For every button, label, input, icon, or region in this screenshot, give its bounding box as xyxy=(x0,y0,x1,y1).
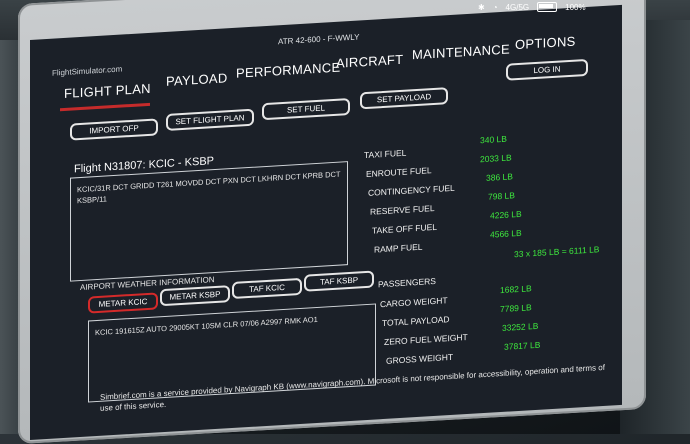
battery-icon xyxy=(537,2,558,12)
tab-flight-plan[interactable]: FLIGHT PLAN xyxy=(64,81,151,101)
set-payload-button[interactable]: SET PAYLOAD xyxy=(360,87,448,110)
fuel-label-contingency: CONTINGENCY FUEL xyxy=(368,182,455,198)
fuel-value-takeoff: 4226 LB xyxy=(490,208,522,221)
weight-value-cargo: 1682 LB xyxy=(500,283,532,296)
taf-ksbp-button[interactable]: TAF KSBP xyxy=(304,270,374,292)
status-bar: ✱ ◔ 4G/5G 100% xyxy=(478,2,586,12)
tab-performance[interactable]: PERFORMANCE xyxy=(236,60,340,81)
weight-label-total-payload: TOTAL PAYLOAD xyxy=(382,314,450,329)
tab-payload[interactable]: PAYLOAD xyxy=(166,70,228,89)
import-ofp-button[interactable]: IMPORT OFP xyxy=(70,118,158,141)
route-text: KCIC/31R DCT GRIDD T261 MOVDD DCT PXN DC… xyxy=(77,169,341,206)
network-label: 4G/5G xyxy=(505,2,530,12)
tablet-screen: ATR 42-600 - F-WWLY FlightSimulator.com … xyxy=(30,4,622,441)
fuel-value-enroute: 2033 LB xyxy=(480,152,512,165)
weather-text: KCIC 191615Z AUTO 29005KT 10SM CLR 07/06… xyxy=(95,314,318,338)
route-textbox[interactable]: KCIC/31R DCT GRIDD T261 MOVDD DCT PXN DC… xyxy=(70,161,348,282)
battery-percent: 100% xyxy=(565,2,586,12)
login-button[interactable]: LOG IN xyxy=(506,58,588,81)
fuel-value-taxi: 340 LB xyxy=(480,133,507,146)
metar-kcic-button[interactable]: METAR KCIC xyxy=(88,292,158,314)
tab-maintenance[interactable]: MAINTENANCE xyxy=(412,41,510,62)
weight-label-cargo: CARGO WEIGHT xyxy=(380,295,448,310)
fuel-value-contingency: 386 LB xyxy=(486,171,513,183)
fuel-label-reserve: RESERVE FUEL xyxy=(370,202,435,217)
set-flight-plan-button[interactable]: SET FLIGHT PLAN xyxy=(166,108,254,131)
set-fuel-button[interactable]: SET FUEL xyxy=(262,97,350,121)
aircraft-title: ATR 42-600 - F-WWLY xyxy=(278,32,360,47)
weight-label-gross: GROSS WEIGHT xyxy=(386,351,454,366)
metar-ksbp-button[interactable]: METAR KSBP xyxy=(160,285,230,307)
fuel-label-enroute: ENROUTE FUEL xyxy=(366,165,432,180)
fuel-value-ramp: 4566 LB xyxy=(490,227,522,240)
taf-kcic-button[interactable]: TAF KCIC xyxy=(232,277,302,299)
weight-label-zero-fuel: ZERO FUEL WEIGHT xyxy=(384,331,468,347)
weight-value-total-payload: 7789 LB xyxy=(500,302,532,315)
fuel-value-reserve: 798 LB xyxy=(488,190,515,202)
tab-aircraft[interactable]: AIRCRAFT xyxy=(336,52,403,71)
tab-options[interactable]: OPTIONS xyxy=(515,34,576,53)
fuel-label-ramp: RAMP FUEL xyxy=(374,241,423,255)
weight-label-passengers: PASSENGERS xyxy=(378,275,436,290)
passengers-calculation: 33 x 185 LB = 6111 LB xyxy=(514,244,600,260)
active-tab-indicator xyxy=(60,102,150,112)
brand-label: FlightSimulator.com xyxy=(52,64,123,78)
bluetooth-icon: ✱ xyxy=(478,2,485,12)
fuel-label-taxi: TAXI FUEL xyxy=(364,147,407,161)
weight-value-zero-fuel: 33252 LB xyxy=(502,320,539,333)
fuel-label-takeoff: TAKE OFF FUEL xyxy=(372,221,438,236)
wifi-icon: ◔ xyxy=(492,2,498,12)
weight-value-gross: 37817 LB xyxy=(504,339,541,352)
